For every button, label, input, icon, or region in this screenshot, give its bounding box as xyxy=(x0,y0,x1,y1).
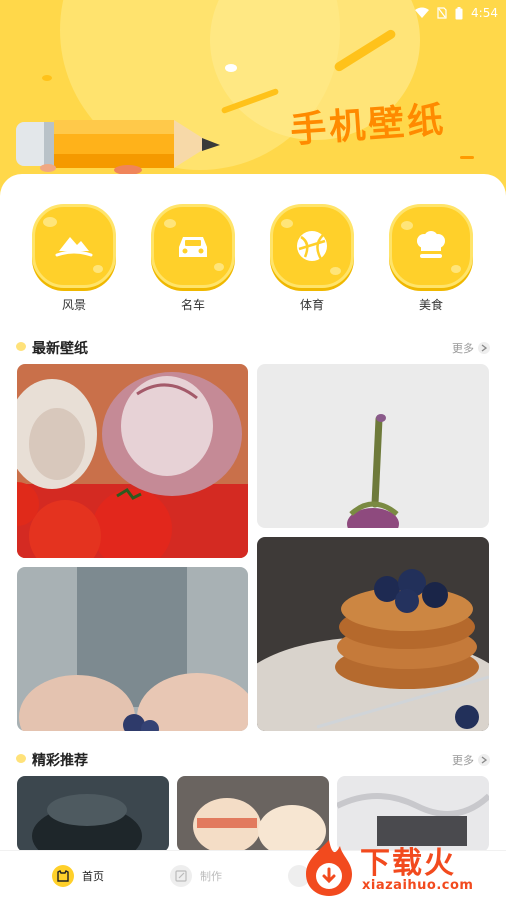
decor-dash xyxy=(460,156,474,159)
wallpaper-tile-garlic[interactable] xyxy=(17,364,248,558)
chef-hat-icon xyxy=(417,231,445,258)
section-dot-icon xyxy=(16,342,26,351)
watermark-logo: 下载火 xiazaihuo.com xyxy=(298,834,504,900)
featured-tile-chocolate[interactable] xyxy=(17,776,169,852)
wallpaper-tile-pancakes[interactable] xyxy=(257,537,489,731)
wallpaper-tile-eggplant[interactable] xyxy=(257,364,489,528)
pencil-illustration xyxy=(16,120,220,175)
category-icon-bg xyxy=(389,204,473,288)
pancakes-image xyxy=(257,537,489,731)
category-label: 名车 xyxy=(180,298,205,312)
latest-more-link[interactable]: 更多 xyxy=(452,340,490,356)
wifi-icon xyxy=(415,7,430,18)
nav-label: 首页 xyxy=(82,870,104,883)
nav-label: 制作 xyxy=(200,870,222,883)
decor-dot xyxy=(42,75,52,81)
car-icon xyxy=(179,237,207,257)
nav-home[interactable]: 首页 xyxy=(52,865,104,887)
decor-dot xyxy=(225,64,237,72)
eggplant-image xyxy=(257,364,489,528)
wallpaper-tile-hands[interactable] xyxy=(17,567,248,731)
latest-section-header: 最新壁纸 更多 xyxy=(16,338,490,360)
category-landscape[interactable]: 风景 xyxy=(29,204,119,313)
nav-create[interactable]: 制作 xyxy=(170,865,222,887)
category-label: 美食 xyxy=(418,298,443,312)
watermark-text: 下载火 xyxy=(360,846,456,881)
section-title: 精彩推荐 xyxy=(32,753,88,769)
category-cars[interactable]: 名车 xyxy=(148,204,238,313)
category-icon-bg xyxy=(270,204,354,288)
category-food[interactable]: 美食 xyxy=(386,204,476,313)
section-dot-icon xyxy=(16,754,26,763)
header-title: 手机壁纸 xyxy=(289,99,448,152)
category-icon-bg xyxy=(151,204,235,288)
chevron-right-icon xyxy=(478,342,490,354)
battery-icon xyxy=(455,6,463,19)
hands-image xyxy=(17,567,248,731)
category-row: 风景 名车 体育 美食 xyxy=(0,204,506,314)
mountain-icon xyxy=(55,237,93,257)
watermark-url: xiazaihuo.com xyxy=(362,878,474,893)
chocolate-image xyxy=(17,776,169,852)
no-sim-icon xyxy=(437,7,447,19)
status-bar: 4:54 xyxy=(415,4,498,22)
status-time: 4:54 xyxy=(471,6,498,20)
category-sports[interactable]: 体育 xyxy=(267,204,357,313)
edit-icon xyxy=(170,865,192,887)
header-banner: 4:54 手机壁纸 xyxy=(0,0,506,200)
content-card: 风景 名车 体育 美食 最新壁纸 更多 精彩推荐 更多 xyxy=(0,174,506,901)
more-label: 更多 xyxy=(452,342,474,355)
featured-more-link[interactable]: 更多 xyxy=(452,752,490,768)
category-icon-bg xyxy=(32,204,116,288)
garlic-image xyxy=(17,364,248,558)
more-label: 更多 xyxy=(452,754,474,767)
ball-icon xyxy=(297,231,327,261)
category-label: 体育 xyxy=(299,298,324,312)
flame-logo-icon xyxy=(306,840,352,896)
category-label: 风景 xyxy=(61,298,86,312)
section-title: 最新壁纸 xyxy=(32,341,88,357)
featured-section-header: 精彩推荐 更多 xyxy=(16,750,490,772)
chevron-right-icon xyxy=(478,754,490,766)
home-icon xyxy=(52,865,74,887)
